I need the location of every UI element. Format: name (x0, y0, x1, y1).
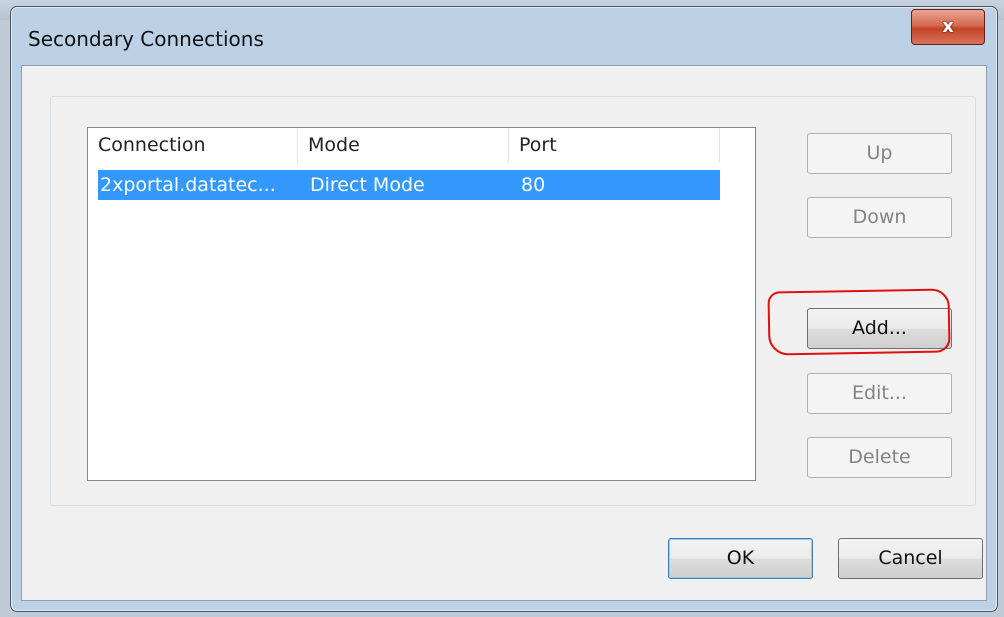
group-box: Connection Mode Port 2xportal.datatec...… (50, 96, 976, 506)
cell-mode: Direct Mode (310, 174, 425, 196)
edit-button[interactable]: Edit... (807, 373, 952, 414)
ok-button[interactable]: OK (668, 538, 813, 579)
add-button[interactable]: Add... (807, 308, 952, 349)
column-header-filler (720, 128, 753, 163)
dialog-body: Connection Mode Port 2xportal.datatec...… (21, 65, 987, 601)
list-row-selected[interactable]: 2xportal.datatec... Direct Mode 80 (98, 170, 720, 200)
delete-button[interactable]: Delete (807, 437, 952, 478)
close-icon: x (942, 16, 954, 37)
column-header-port[interactable]: Port (509, 128, 720, 163)
up-button[interactable]: Up (807, 133, 952, 174)
dialog-window: Secondary Connections x Connection Mode … (10, 6, 998, 612)
cell-connection: 2xportal.datatec... (100, 174, 276, 196)
list-header: Connection Mode Port (88, 128, 755, 163)
connections-list[interactable]: Connection Mode Port 2xportal.datatec...… (87, 127, 756, 481)
down-button[interactable]: Down (807, 197, 952, 238)
cancel-button[interactable]: Cancel (838, 538, 983, 579)
column-header-connection[interactable]: Connection (88, 128, 298, 163)
title-bar: Secondary Connections x (11, 7, 997, 65)
close-button[interactable]: x (911, 9, 985, 45)
dialog-title: Secondary Connections (28, 27, 264, 51)
column-header-mode[interactable]: Mode (298, 128, 509, 163)
cell-port: 80 (521, 174, 546, 196)
